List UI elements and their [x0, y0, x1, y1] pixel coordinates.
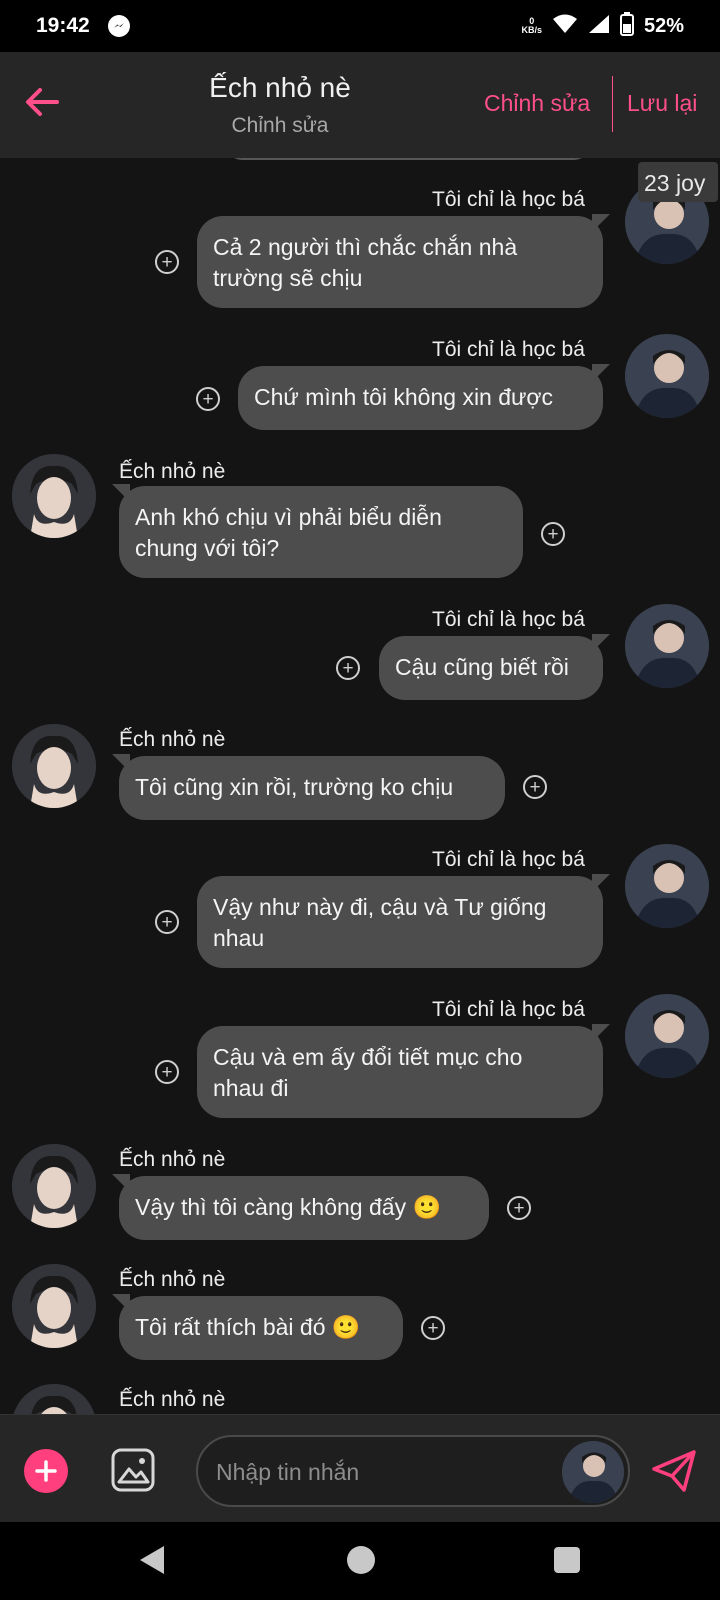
add-button[interactable]	[24, 1449, 68, 1493]
message-bubble[interactable]: Cả 2 người thì chắc chắn nhà trường sẽ c…	[197, 214, 610, 308]
message-sender: Ếch nhỏ nè	[119, 1148, 226, 1171]
avatar[interactable]	[625, 994, 709, 1078]
system-nav-bar	[0, 1522, 720, 1600]
circle-plus-icon[interactable]: +	[196, 387, 220, 411]
avatar[interactable]	[625, 334, 709, 418]
message-sender: Ếch nhỏ nè	[119, 1268, 226, 1291]
circle-plus-icon[interactable]: +	[336, 656, 360, 680]
battery-icon	[619, 11, 634, 41]
message-input[interactable]	[216, 1455, 536, 1489]
avatar[interactable]	[12, 1144, 96, 1228]
messenger-icon	[107, 15, 130, 37]
message-sender: Tôi chỉ là học bá	[432, 848, 585, 871]
message-bubble[interactable]: Cậu và em ấy đổi tiết mục cho nhau đi	[197, 1024, 610, 1118]
avatar[interactable]	[625, 604, 709, 688]
message-sender: Tôi chỉ là học bá	[432, 338, 585, 361]
circle-plus-icon[interactable]: +	[421, 1316, 445, 1340]
wifi-icon	[552, 14, 578, 39]
avatar[interactable]	[12, 1384, 96, 1414]
nav-home-button[interactable]	[347, 1546, 375, 1574]
status-time: 19:42	[36, 14, 90, 37]
circle-plus-icon[interactable]: +	[155, 1060, 179, 1084]
message-sender: Ếch nhỏ nè	[119, 460, 226, 483]
network-speed: 0 KB/s	[521, 16, 542, 35]
message-bubble[interactable]: Chứ mình tôi không xin được	[238, 364, 610, 430]
nav-recents-button[interactable]	[554, 1547, 580, 1573]
arrow-left-icon	[26, 88, 59, 116]
circle-plus-icon[interactable]: +	[541, 522, 565, 546]
circle-plus-icon[interactable]: +	[155, 910, 179, 934]
chat-header: Ếch nhỏ nè Chỉnh sửa Chỉnh sửa Lưu lại	[0, 52, 720, 158]
nav-back-button[interactable]	[138, 1544, 166, 1581]
paper-plane-icon	[652, 1450, 696, 1492]
message-bubble-partial	[226, 158, 590, 160]
plus-icon	[35, 1460, 57, 1482]
message-bubble[interactable]: Vậy như này đi, cậu và Tư giống nhau	[197, 874, 610, 968]
signal-icon	[588, 14, 610, 39]
message-bubble[interactable]: Tôi cũng xin rồi, trường ko chịu	[112, 754, 505, 820]
avatar[interactable]	[12, 724, 96, 808]
message-sender: Tôi chỉ là học bá	[432, 188, 585, 211]
back-button[interactable]	[22, 82, 62, 122]
circle-plus-icon[interactable]: +	[155, 250, 179, 274]
image-icon	[111, 1448, 155, 1492]
edit-button[interactable]: Chỉnh sửa	[484, 90, 590, 117]
status-bar: 19:42 0 KB/s 52%	[0, 0, 720, 52]
corner-tag: 23 joy	[638, 162, 718, 202]
message-sender: Tôi chỉ là học bá	[432, 998, 585, 1021]
header-divider	[612, 76, 613, 132]
triangle-back-icon	[140, 1546, 164, 1574]
chat-subtitle: Chỉnh sửa	[231, 114, 329, 137]
message-bubble[interactable]: Anh khó chịu vì phải biểu diễn chung với…	[112, 484, 523, 578]
circle-plus-icon[interactable]: +	[523, 775, 547, 799]
message-input-box	[196, 1435, 630, 1507]
message-sender: Ếch nhỏ nè	[119, 728, 226, 751]
message-list[interactable]: 23 joy Tôi chỉ là học bá Cả 2 người thì …	[0, 158, 720, 1414]
message-bubble[interactable]: Cậu cũng biết rồi	[379, 634, 610, 700]
message-sender: Tôi chỉ là học bá	[432, 608, 585, 631]
message-bubble[interactable]: Vậy thì tôi càng không đấy 🙂	[112, 1174, 489, 1240]
avatar[interactable]	[625, 844, 709, 928]
sender-avatar-selector[interactable]	[562, 1441, 624, 1503]
avatar[interactable]	[12, 1264, 96, 1348]
message-bubble[interactable]: Tôi rất thích bài đó 🙂	[112, 1294, 403, 1360]
message-sender: Ếch nhỏ nè	[119, 1388, 226, 1411]
chat-title: Ếch nhỏ nè	[209, 72, 351, 103]
battery-percent: 52%	[643, 14, 684, 37]
composer-bar	[0, 1414, 720, 1522]
circle-plus-icon[interactable]: +	[507, 1196, 531, 1220]
avatar[interactable]	[12, 454, 96, 538]
save-button[interactable]: Lưu lại	[627, 90, 697, 117]
send-button[interactable]	[650, 1449, 698, 1493]
image-picker-button[interactable]	[110, 1447, 156, 1493]
